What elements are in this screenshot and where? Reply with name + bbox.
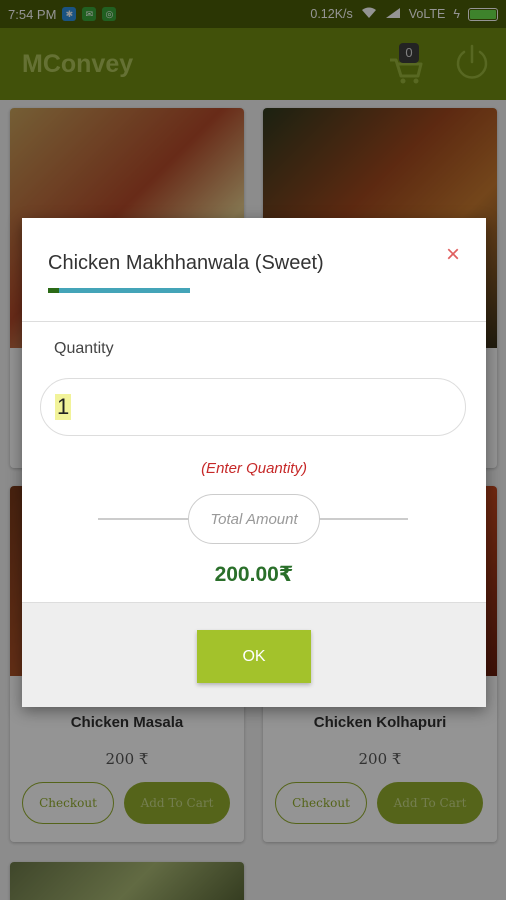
dialog-footer: OK (22, 602, 486, 707)
dialog-title: Chicken Makhhanwala (Sweet) (48, 252, 324, 274)
ok-button[interactable]: OK (197, 630, 311, 683)
quantity-input[interactable]: 1 (40, 378, 466, 436)
quantity-value: 1 (55, 394, 72, 420)
quantity-label: Quantity (54, 340, 114, 357)
progress-fill (48, 288, 60, 293)
total-amount-label: Total Amount (188, 494, 320, 544)
close-icon: × (445, 241, 460, 268)
divider-line-right (318, 518, 408, 520)
divider (22, 321, 486, 322)
total-amount-value: 200.00₹ (214, 563, 294, 586)
dialog-progress-bar (48, 288, 190, 293)
quantity-dialog: Chicken Makhhanwala (Sweet) × Quantity 1… (22, 218, 486, 707)
close-button[interactable]: × (440, 242, 466, 268)
divider-line-left (98, 518, 190, 520)
quantity-hint: (Enter Quantity) (201, 460, 307, 477)
